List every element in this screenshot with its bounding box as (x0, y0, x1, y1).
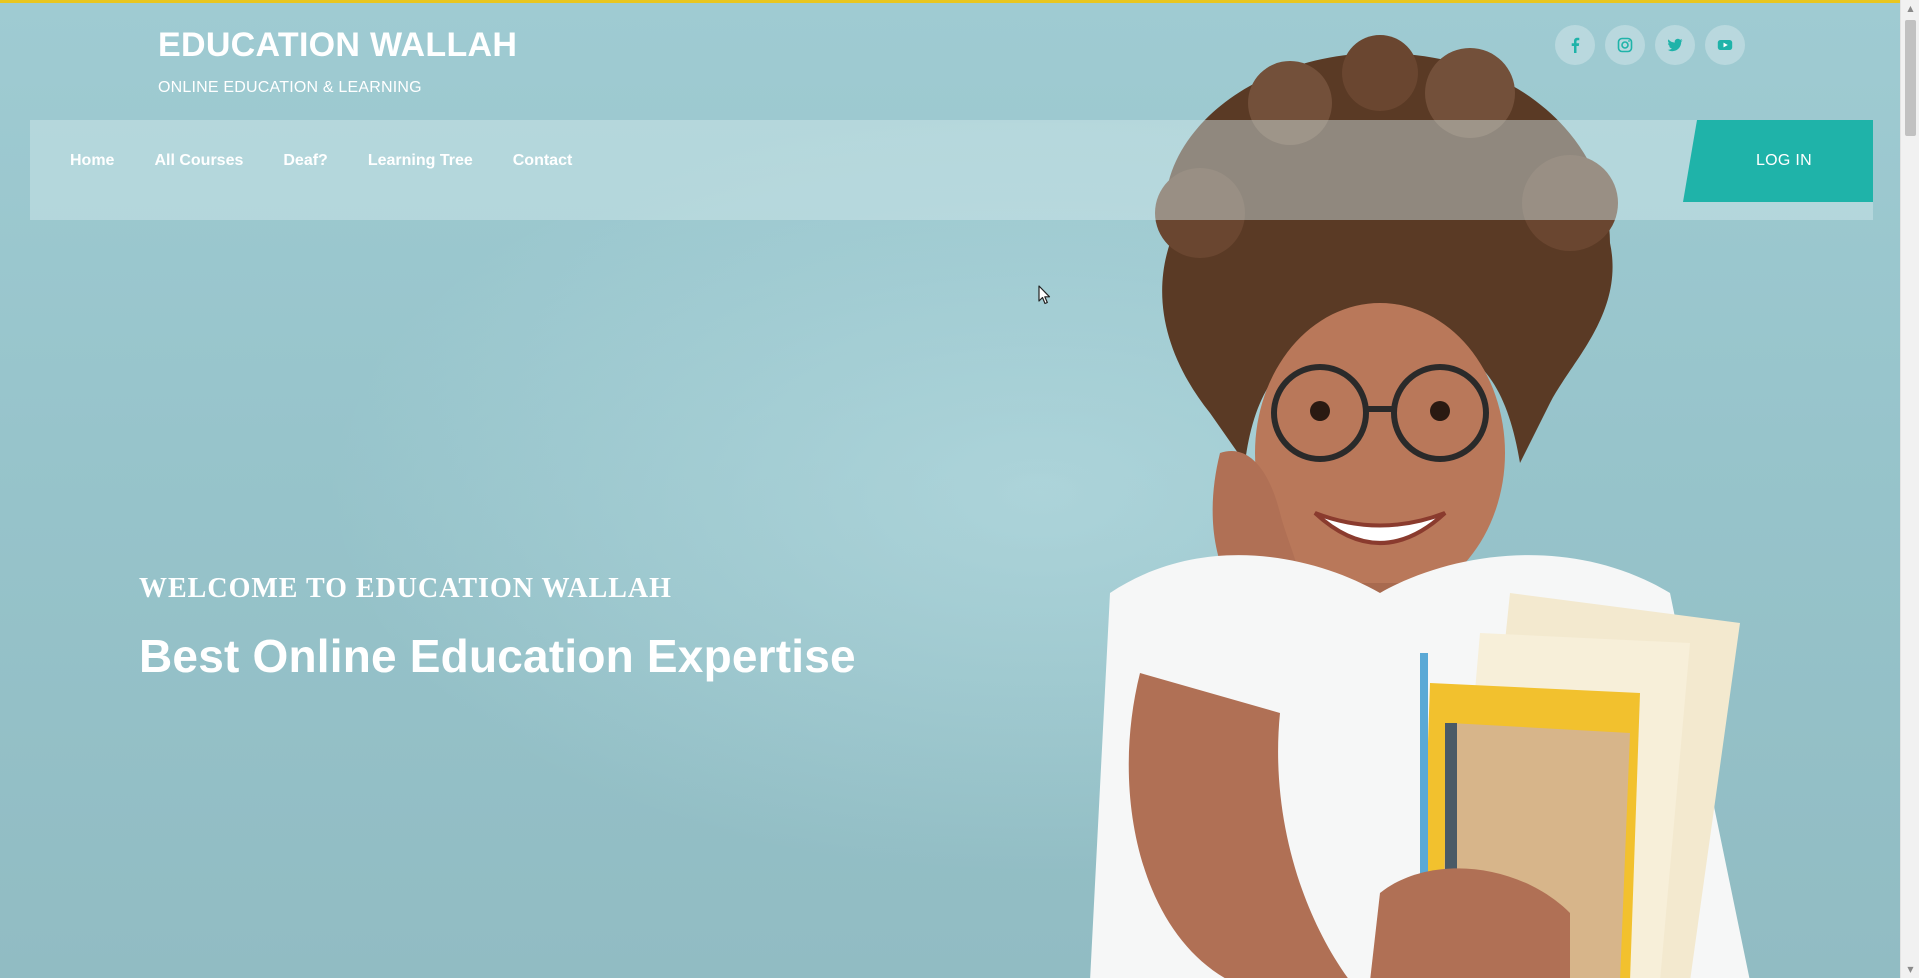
nav-item-home[interactable]: Home (50, 152, 134, 170)
vertical-scrollbar[interactable]: ▲ ▼ (1900, 0, 1919, 978)
mouse-cursor-icon (1038, 285, 1051, 305)
nav-item-deaf[interactable]: Deaf? (263, 152, 347, 170)
site-title[interactable]: EDUCATION WALLAH (158, 25, 517, 65)
scroll-down-arrow-icon[interactable]: ▼ (1901, 961, 1919, 978)
hero-text-block: WELCOME TO EDUCATION WALLAH Best Online … (139, 573, 856, 683)
facebook-icon[interactable] (1555, 25, 1595, 65)
hero-headline: Best Online Education Expertise (139, 630, 856, 682)
social-links (1555, 25, 1745, 65)
scrollbar-thumb[interactable] (1905, 20, 1916, 136)
hero-eyebrow: WELCOME TO EDUCATION WALLAH (139, 573, 672, 604)
nav-item-learning-tree[interactable]: Learning Tree (348, 152, 493, 170)
nav-item-all-courses[interactable]: All Courses (134, 152, 263, 170)
scroll-up-arrow-icon[interactable]: ▲ (1901, 0, 1919, 17)
brand-block: EDUCATION WALLAH ONLINE EDUCATION & LEAR… (158, 25, 517, 97)
page-viewport: EDUCATION WALLAH ONLINE EDUCATION & LEAR… (0, 0, 1900, 978)
site-tagline: ONLINE EDUCATION & LEARNING (158, 79, 422, 96)
nav-item-contact[interactable]: Contact (493, 152, 593, 170)
youtube-icon[interactable] (1705, 25, 1745, 65)
login-button[interactable]: LOG IN (1683, 120, 1873, 202)
instagram-icon[interactable] (1605, 25, 1645, 65)
main-navbar: Home All Courses Deaf? Learning Tree Con… (30, 120, 1873, 220)
nav-menu: Home All Courses Deaf? Learning Tree Con… (50, 120, 592, 202)
twitter-icon[interactable] (1655, 25, 1695, 65)
